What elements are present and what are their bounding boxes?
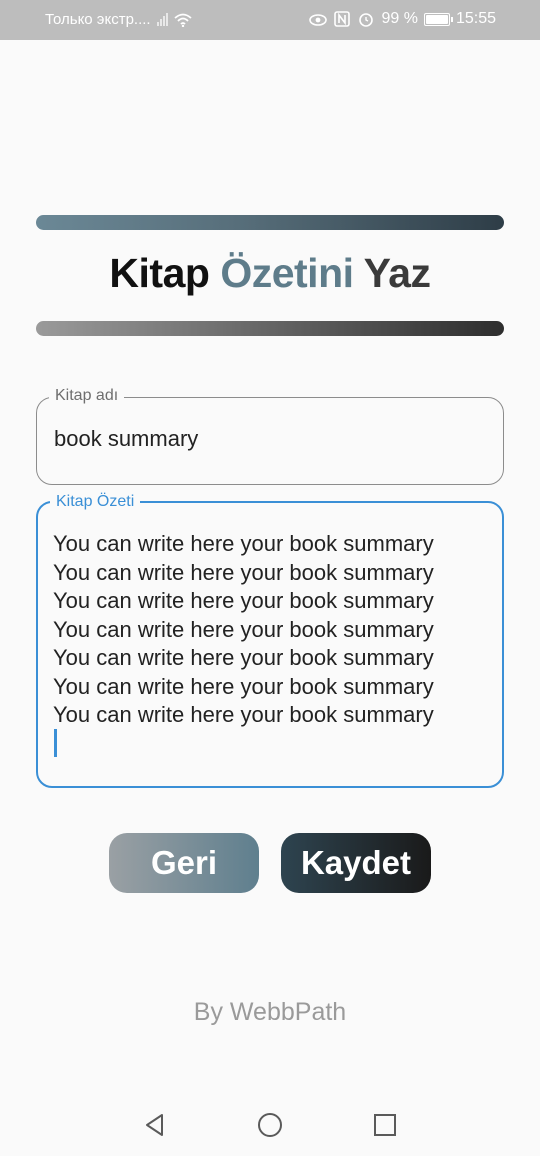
header-decor-bar-top xyxy=(36,215,504,230)
summary-line: You can write here your book summary xyxy=(53,559,434,585)
back-button[interactable]: Geri xyxy=(109,833,259,893)
eye-icon xyxy=(309,14,328,26)
status-bar: Только экстр.... 99 % 15:55 xyxy=(0,0,540,40)
carrier-text: Только экстр.... xyxy=(45,11,151,28)
home-icon[interactable] xyxy=(253,1108,287,1142)
back-icon[interactable] xyxy=(138,1108,172,1142)
footer-credit: By WebbPath xyxy=(193,998,347,1026)
book-summary-text[interactable]: You can write here your book summary You… xyxy=(53,530,492,730)
summary-line: You can write here your book summary xyxy=(53,531,434,556)
summary-line: You can write here your book summary xyxy=(53,588,434,613)
recents-icon[interactable] xyxy=(368,1108,402,1142)
alarm-icon xyxy=(359,13,374,27)
wifi-icon xyxy=(174,13,192,27)
save-button[interactable]: Kaydet xyxy=(281,833,431,893)
title-part-kitap: Kitap xyxy=(109,250,210,296)
navigation-bar xyxy=(0,1094,540,1156)
battery-icon xyxy=(423,12,453,26)
title-part-ozetini: Özetini xyxy=(220,250,354,296)
page-title: Kitap Özetini Yaz xyxy=(0,250,540,297)
book-summary-field[interactable]: Kitap Özeti You can write here your book… xyxy=(36,493,504,788)
book-name-field[interactable]: Kitap adı book summary xyxy=(36,387,504,485)
summary-line: You can write here your book summary xyxy=(53,616,434,642)
title-part-yaz: Yaz xyxy=(363,250,431,296)
clock: 15:55 xyxy=(455,10,496,27)
signal-icon xyxy=(156,13,168,26)
book-name-value[interactable]: book summary xyxy=(54,426,198,452)
summary-line: You can write here your book summary xyxy=(53,702,434,727)
summary-line: You can write here your book summary xyxy=(53,645,434,670)
book-summary-label: Kitap Özeti xyxy=(50,493,141,511)
battery-percent: 99 % xyxy=(381,10,418,27)
book-name-label: Kitap adı xyxy=(49,387,125,405)
summary-line: You can write here your book summary xyxy=(53,673,434,699)
header-decor-bar-bottom xyxy=(36,321,504,336)
nfc-icon xyxy=(334,11,351,27)
text-cursor xyxy=(54,729,57,757)
